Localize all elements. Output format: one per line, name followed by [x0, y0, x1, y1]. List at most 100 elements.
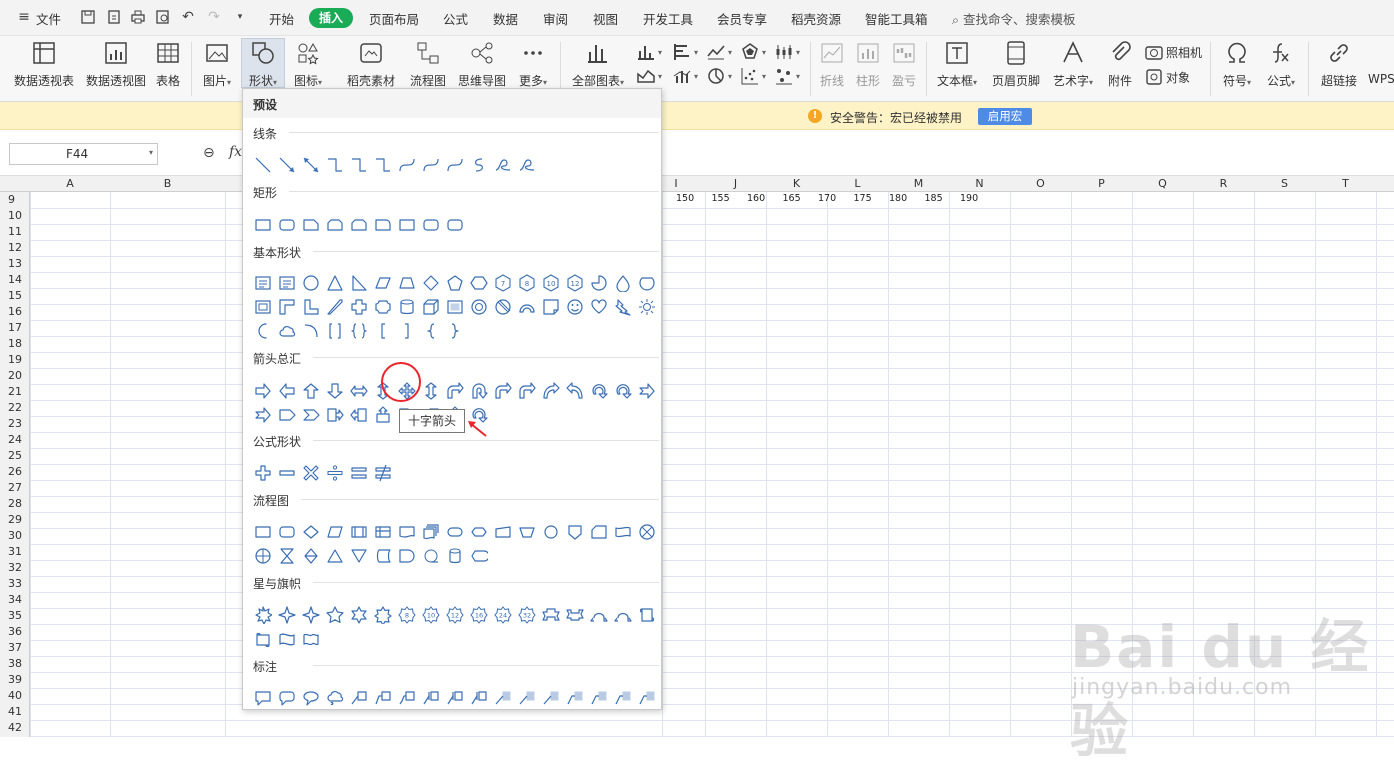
shape-callu-icon[interactable] [371, 403, 395, 427]
equation-button[interactable]: 公式▾ [1262, 40, 1300, 89]
shape-fint-icon[interactable] [371, 520, 395, 544]
row-header[interactable]: 31 [0, 545, 30, 558]
shape-chev-icon[interactable] [299, 403, 323, 427]
shape-aud-icon[interactable] [419, 379, 443, 403]
shape-rrect-icon[interactable] [443, 213, 467, 237]
row-header[interactable]: 36 [0, 625, 30, 638]
shape-drop-icon[interactable] [611, 271, 635, 295]
shape-star6-icon[interactable] [347, 603, 371, 627]
shape-num-icon[interactable]: 10 [539, 271, 563, 295]
row-header[interactable]: 9 [0, 193, 30, 206]
shape-heart-icon[interactable] [587, 295, 611, 319]
shape-star7-icon[interactable] [371, 603, 395, 627]
column-header[interactable]: S [1254, 177, 1315, 190]
shape-au-icon[interactable] [299, 379, 323, 403]
sparkline-column-button[interactable]: 柱形 [852, 40, 884, 89]
row-header[interactable]: 33 [0, 577, 30, 590]
shape-hex-icon[interactable] [467, 271, 491, 295]
shape-fcard-icon[interactable] [587, 520, 611, 544]
shape-bracket2-icon[interactable] [323, 319, 347, 343]
column-header[interactable]: A [30, 177, 110, 190]
shape-para-icon[interactable] [371, 271, 395, 295]
shape-fprep-icon[interactable] [467, 520, 491, 544]
cell-value[interactable]: 170 [818, 193, 836, 204]
attachment-button[interactable]: 附件 [1104, 40, 1136, 89]
shape-minusm-icon[interactable] [275, 461, 299, 485]
shape-elbow-icon[interactable] [347, 153, 371, 177]
flowchart-button[interactable]: 流程图 [406, 40, 450, 89]
shape-mulm-icon[interactable] [299, 461, 323, 485]
shape-starn-icon[interactable]: 16 [467, 603, 491, 627]
shape-curve-icon[interactable] [395, 153, 419, 177]
chevron-down-icon[interactable]: ▾ [149, 148, 153, 157]
pie-chart-button[interactable]: ▾ [706, 66, 732, 86]
row-header[interactable]: 12 [0, 241, 30, 254]
shape-ftape-icon[interactable] [611, 520, 635, 544]
shape-fstore-icon[interactable] [371, 544, 395, 568]
shape-diamond-icon[interactable] [419, 271, 443, 295]
shape-fold-icon[interactable] [539, 295, 563, 319]
shape-ribbonc-icon[interactable] [587, 603, 611, 627]
tab-review[interactable]: 审阅 [543, 9, 568, 28]
shape-dblarrow-icon[interactable] [299, 153, 323, 177]
cell-value[interactable]: 150 [676, 193, 694, 204]
combo-chart-button[interactable]: ▾ [672, 66, 698, 86]
shape-cbar-icon[interactable] [491, 686, 515, 710]
hamburger-menu-icon[interactable]: ≡ [16, 9, 32, 25]
shape-arcline-icon[interactable] [299, 319, 323, 343]
row-header[interactable]: 18 [0, 337, 30, 350]
shape-moon-icon[interactable] [251, 319, 275, 343]
shape-ribbonc-icon[interactable] [611, 603, 635, 627]
shape-star4-icon[interactable] [275, 603, 299, 627]
shape-donut-icon[interactable] [467, 295, 491, 319]
all-charts-button[interactable]: 全部图表▾ [568, 40, 628, 89]
save-icon[interactable] [80, 9, 96, 25]
shape-fconn-icon[interactable] [539, 520, 563, 544]
print-preview-icon[interactable] [155, 9, 171, 25]
shape-trap-icon[interactable] [395, 271, 419, 295]
shape-aturn-icon[interactable] [443, 379, 467, 403]
mind-map-button[interactable]: 思维导图 [456, 40, 508, 89]
row-header[interactable]: 13 [0, 257, 30, 270]
column-header[interactable]: N [949, 177, 1010, 190]
row-header[interactable]: 37 [0, 641, 30, 654]
scatter-chart-button[interactable]: ▾ [740, 66, 766, 86]
row-header[interactable]: 40 [0, 689, 30, 702]
shape-fext-icon[interactable] [323, 544, 347, 568]
tab-view[interactable]: 视图 [593, 9, 618, 28]
enable-macro-button[interactable]: 启用宏 [978, 108, 1032, 125]
shape-textbox-icon[interactable] [275, 271, 299, 295]
row-header[interactable]: 34 [0, 593, 30, 606]
shape-falt-icon[interactable] [275, 520, 299, 544]
shape-fcoll-icon[interactable] [275, 544, 299, 568]
column-header[interactable]: O [1010, 177, 1071, 190]
shape-line-icon[interactable] [251, 153, 275, 177]
shape-rect-icon[interactable] [395, 213, 419, 237]
shape-num-icon[interactable]: 12 [563, 271, 587, 295]
zoom-icon[interactable]: ⊖ [203, 145, 215, 161]
shape-fsort-icon[interactable] [299, 544, 323, 568]
row-header[interactable]: 23 [0, 417, 30, 430]
shape-caccent-icon[interactable] [443, 686, 467, 710]
file-menu[interactable]: 文件 [36, 9, 61, 28]
column-header[interactable]: J [705, 177, 766, 190]
shape-plaque-icon[interactable] [371, 295, 395, 319]
docer-material-button[interactable]: 稻壳素材 [344, 40, 398, 89]
shape-smile-icon[interactable] [563, 295, 587, 319]
shape-starn-icon[interactable]: 8 [395, 603, 419, 627]
row-header[interactable]: 29 [0, 513, 30, 526]
shape-cloud-icon[interactable] [275, 319, 299, 343]
shape-sun-icon[interactable] [635, 295, 659, 319]
shape-rrect-icon[interactable] [275, 213, 299, 237]
shape-cline3-icon[interactable] [395, 686, 419, 710]
cell-value[interactable]: 180 [889, 193, 907, 204]
shape-bolt-icon[interactable] [611, 295, 635, 319]
shape-aturn-icon[interactable] [515, 379, 539, 403]
row-header[interactable]: 16 [0, 305, 30, 318]
shape-scurve-icon[interactable] [467, 153, 491, 177]
row-header[interactable]: 38 [0, 657, 30, 670]
shape-ad-icon[interactable] [323, 379, 347, 403]
row-header[interactable]: 39 [0, 673, 30, 686]
column-header[interactable]: B [110, 177, 225, 190]
shape-elbow-icon[interactable] [371, 153, 395, 177]
